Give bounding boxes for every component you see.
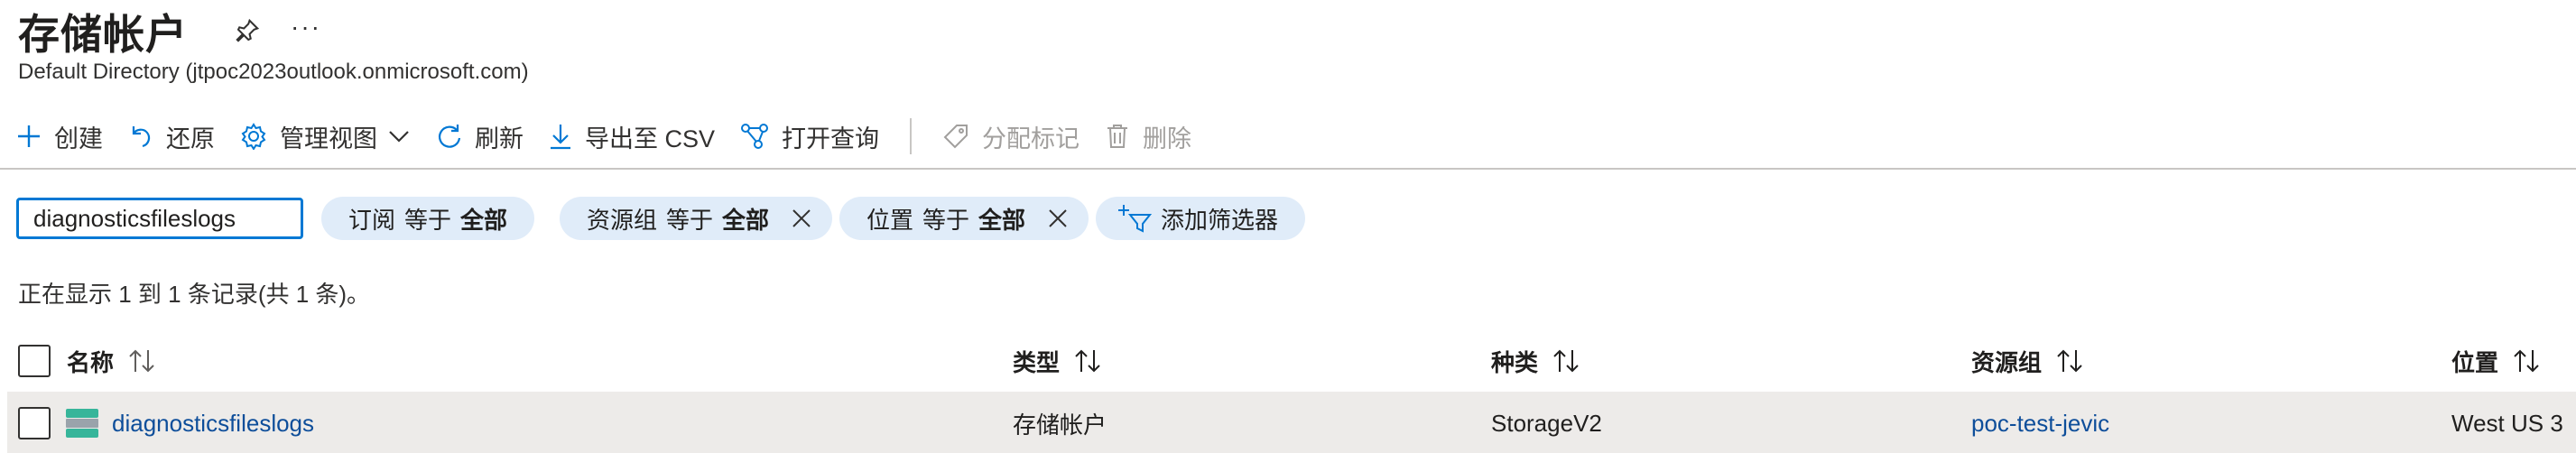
column-header-kind[interactable]: 种类 (1491, 339, 1581, 383)
more-options-icon[interactable]: ··· (291, 13, 321, 42)
download-icon (551, 125, 570, 150)
toolbar-divider (910, 118, 913, 154)
trash-icon (1107, 125, 1128, 148)
column-header-kind-label: 种类 (1491, 348, 1539, 376)
refresh-icon (439, 125, 461, 148)
query-icon (741, 124, 769, 149)
column-header-location[interactable]: 位置 (2451, 339, 2542, 383)
row-kind: StorageV2 (1491, 409, 1602, 437)
refresh-label: 刷新 (475, 125, 524, 153)
location-filter-operator: 等于 (922, 206, 970, 234)
sort-icon[interactable] (2054, 348, 2085, 374)
sort-icon[interactable] (1551, 348, 1581, 374)
export-csv-button[interactable]: 导出至 CSV (549, 114, 715, 159)
resource-group-filter-operator: 等于 (666, 206, 714, 234)
row-type: 存储帐户 (1013, 411, 1107, 439)
create-button[interactable]: 创建 (16, 114, 103, 159)
command-bar: 创建 还原 管理视图 刷新 导出至 CSV 打开查询 分配标记 删除 (16, 114, 1217, 159)
column-header-name-label: 名称 (67, 348, 115, 376)
table-row[interactable] (7, 392, 2576, 453)
delete-button[interactable]: 删除 (1105, 114, 1191, 159)
plus-icon (18, 125, 40, 147)
subscription-filter-pill[interactable]: 订阅 等于 全部 (321, 197, 535, 240)
tag-icon (943, 125, 968, 149)
column-header-location-label: 位置 (2451, 348, 2499, 376)
pin-icon[interactable] (231, 14, 264, 47)
restore-button[interactable]: 还原 (128, 114, 215, 159)
row-location: West US 3 (2451, 409, 2563, 437)
undo-icon (132, 126, 151, 148)
location-filter-value: 全部 (978, 206, 1026, 234)
chevron-down-icon (389, 131, 409, 143)
resource-group-filter-value: 全部 (722, 206, 770, 234)
assign-tags-label: 分配标记 (982, 125, 1080, 153)
add-filter-button[interactable]: 添加筛选器 (1096, 197, 1306, 240)
add-filter-label: 添加筛选器 (1161, 206, 1279, 234)
assign-tags-button[interactable]: 分配标记 (942, 114, 1080, 159)
page-title: 存储帐户 (18, 11, 188, 58)
column-header-resource-group-label: 资源组 (1971, 348, 2043, 376)
column-header-type[interactable]: 类型 (1013, 339, 1103, 383)
sort-icon[interactable] (1072, 348, 1103, 374)
resource-group-filter-pill[interactable]: 资源组 等于 全部 (560, 197, 833, 240)
subscription-filter-field: 订阅 (348, 206, 396, 234)
sort-icon[interactable] (126, 348, 157, 374)
open-query-label: 打开查询 (782, 125, 880, 153)
sort-icon[interactable] (2511, 348, 2542, 374)
storage-account-icon (65, 402, 99, 444)
row-resource-group-link[interactable]: poc-test-jevic (1971, 402, 2109, 444)
gear-icon (241, 123, 266, 150)
column-header-type-label: 类型 (1013, 348, 1061, 376)
subscription-filter-value: 全部 (460, 206, 508, 234)
column-header-name[interactable]: 名称 (67, 339, 157, 383)
subscription-filter-operator: 等于 (404, 206, 452, 234)
create-label: 创建 (54, 125, 103, 153)
select-all-checkbox[interactable] (18, 345, 51, 377)
toolbar-separator-line (0, 168, 2576, 170)
refresh-button[interactable]: 刷新 (435, 114, 524, 159)
restore-label: 还原 (166, 125, 215, 153)
directory-subtitle: Default Directory (jtpoc2023outlook.onmi… (18, 60, 529, 84)
manage-view-label: 管理视图 (280, 125, 377, 153)
export-csv-label: 导出至 CSV (585, 125, 716, 153)
open-query-button[interactable]: 打开查询 (740, 114, 879, 159)
resource-group-filter-field: 资源组 (587, 206, 658, 234)
delete-label: 删除 (1143, 125, 1192, 153)
row-checkbox[interactable] (18, 407, 51, 439)
location-filter-pill[interactable]: 位置 等于 全部 (839, 197, 1089, 240)
column-header-resource-group[interactable]: 资源组 (1971, 339, 2085, 383)
close-icon[interactable] (1047, 208, 1069, 229)
row-name-link[interactable]: diagnosticsfileslogs (112, 402, 314, 444)
close-icon[interactable] (791, 208, 812, 229)
manage-view-button[interactable]: 管理视图 (240, 114, 410, 159)
search-input[interactable] (16, 198, 303, 239)
location-filter-field: 位置 (866, 206, 914, 234)
add-filter-icon (1118, 205, 1152, 233)
record-count: 正在显示 1 到 1 条记录(共 1 条)。 (18, 281, 371, 308)
